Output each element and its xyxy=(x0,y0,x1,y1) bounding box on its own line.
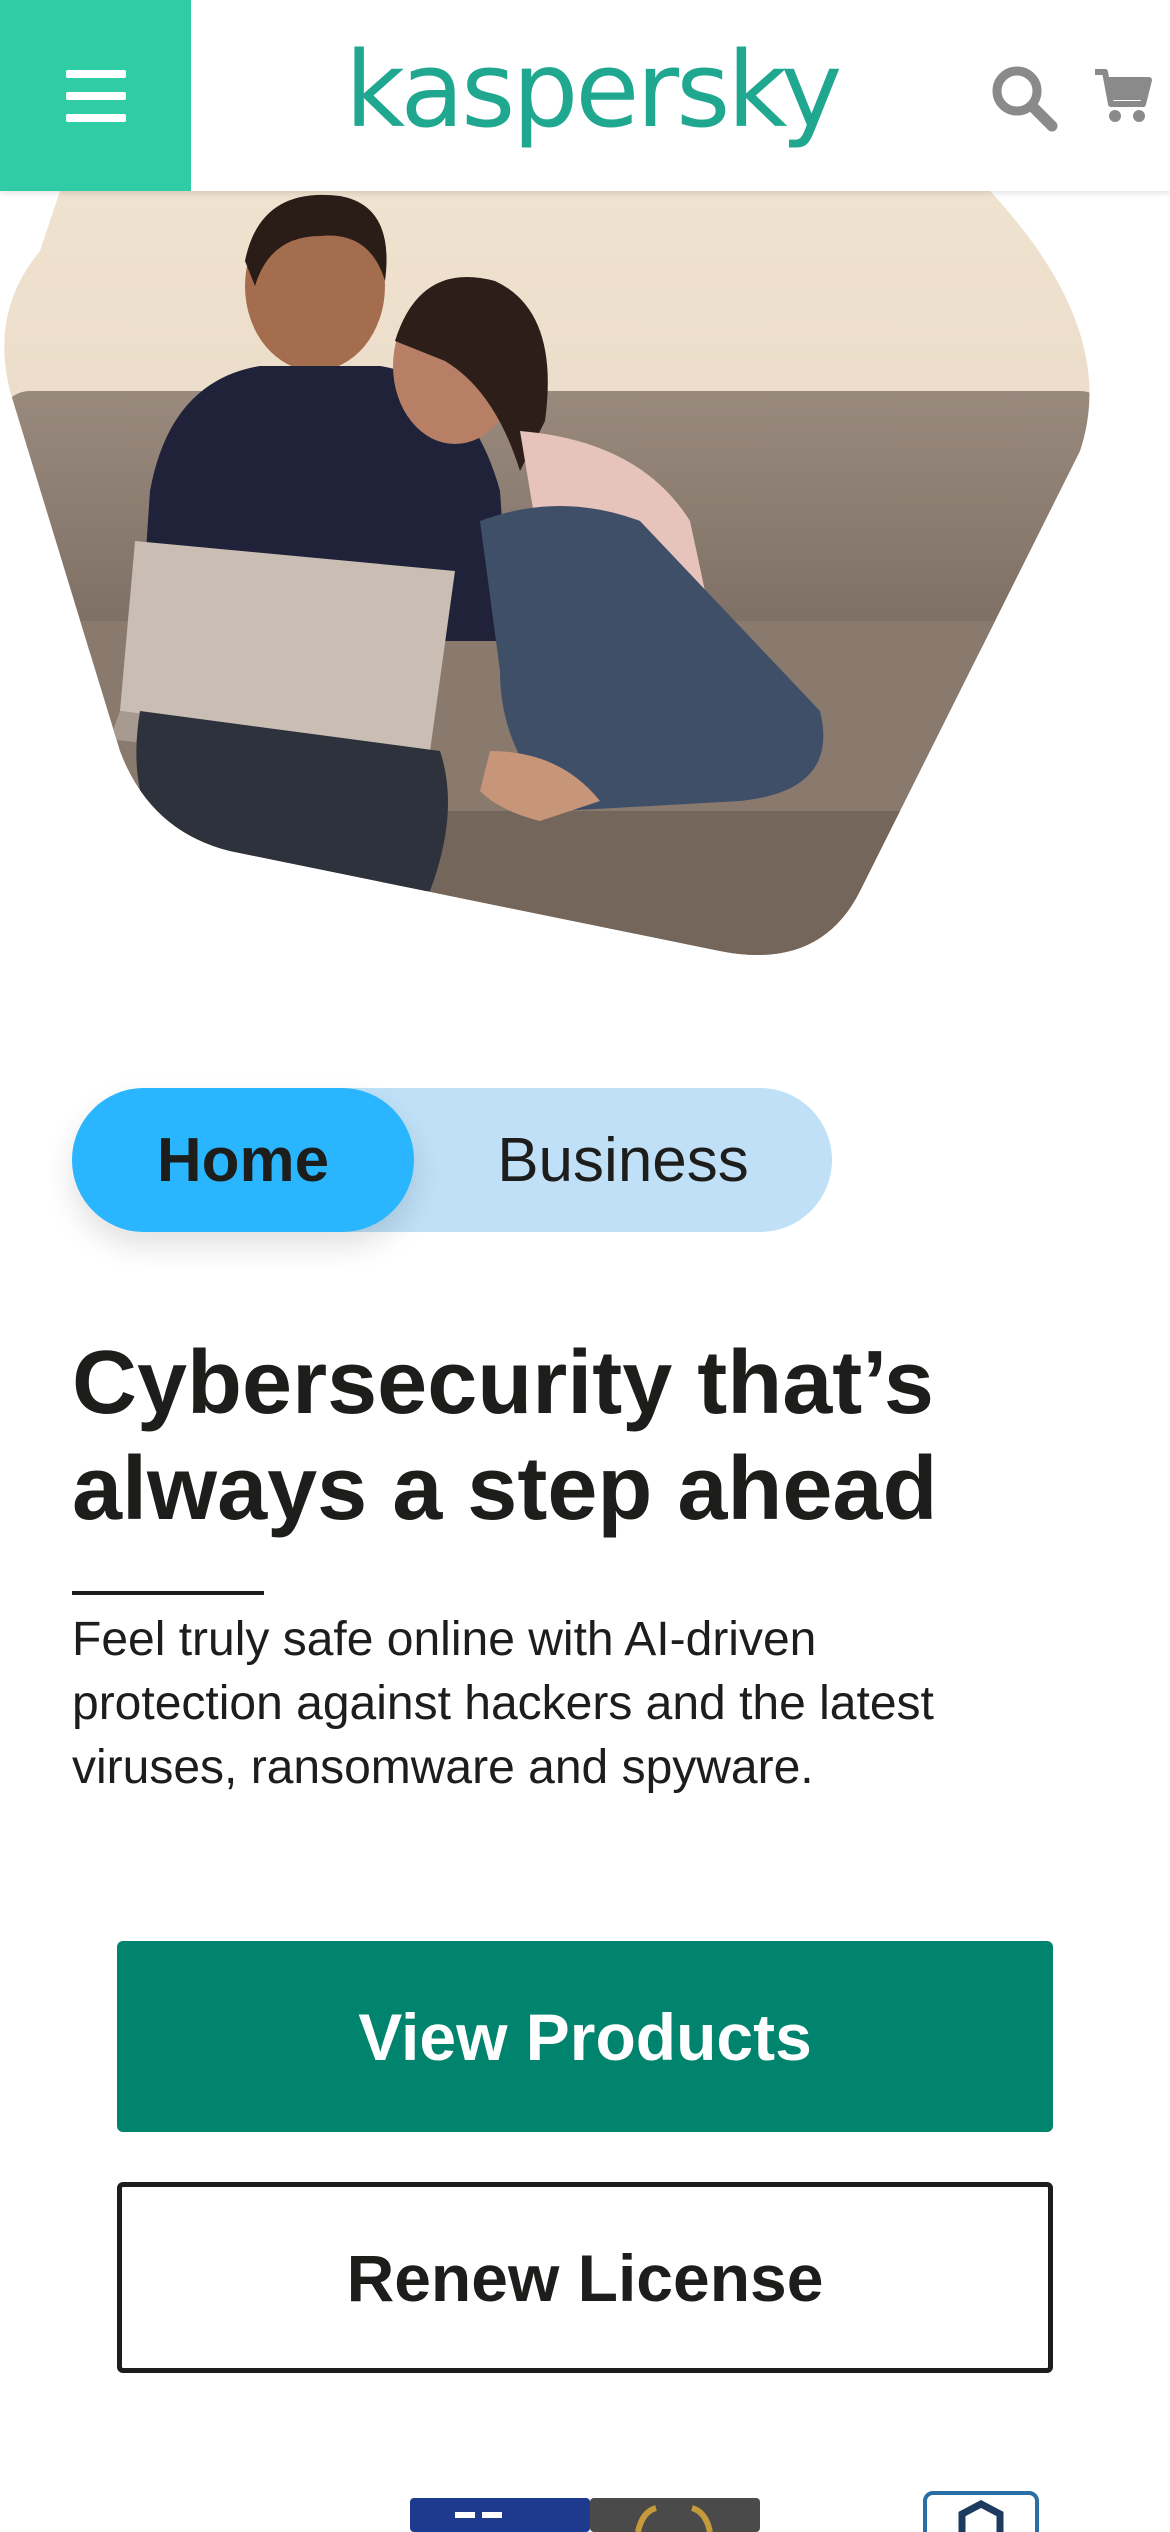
cart-button[interactable] xyxy=(1093,66,1153,126)
certification-badge-image xyxy=(923,2491,1039,2532)
page: kaspersky Home Business Cybersecurity th… xyxy=(0,0,1170,2532)
site-header: kaspersky xyxy=(0,0,1170,191)
view-products-button[interactable]: View Products xyxy=(117,1941,1053,2132)
home-business-toggle: Home Business xyxy=(72,1088,832,1232)
tab-home[interactable]: Home xyxy=(72,1088,414,1232)
headline-line-2: always a step ahead xyxy=(72,1439,938,1539)
lead-line-3: viruses, ransomware and spyware. xyxy=(72,1741,814,1794)
page-headline: Cybersecurity that’s always a step ahead xyxy=(72,1330,1102,1542)
lead-line-2: protection against hackers and the lates… xyxy=(72,1677,934,1730)
shopping-cart-icon xyxy=(1095,69,1152,122)
kaspersky-logo[interactable]: kaspersky xyxy=(345,30,842,150)
headline-line-1: Cybersecurity that’s xyxy=(72,1333,934,1433)
lead-paragraph: Feel truly safe online with AI-driven pr… xyxy=(72,1608,1112,1800)
tab-business[interactable]: Business xyxy=(414,1088,832,1232)
award-badge-image xyxy=(410,2498,760,2532)
hamburger-menu-icon xyxy=(65,69,126,122)
menu-button[interactable] xyxy=(0,0,191,191)
lead-line-1: Feel truly safe online with AI-driven xyxy=(72,1613,817,1666)
search-button[interactable] xyxy=(988,62,1060,134)
hero-photo xyxy=(4,191,1090,955)
search-icon xyxy=(992,66,1058,132)
renew-license-button[interactable]: Renew License xyxy=(117,2182,1053,2373)
headline-divider xyxy=(72,1591,264,1595)
